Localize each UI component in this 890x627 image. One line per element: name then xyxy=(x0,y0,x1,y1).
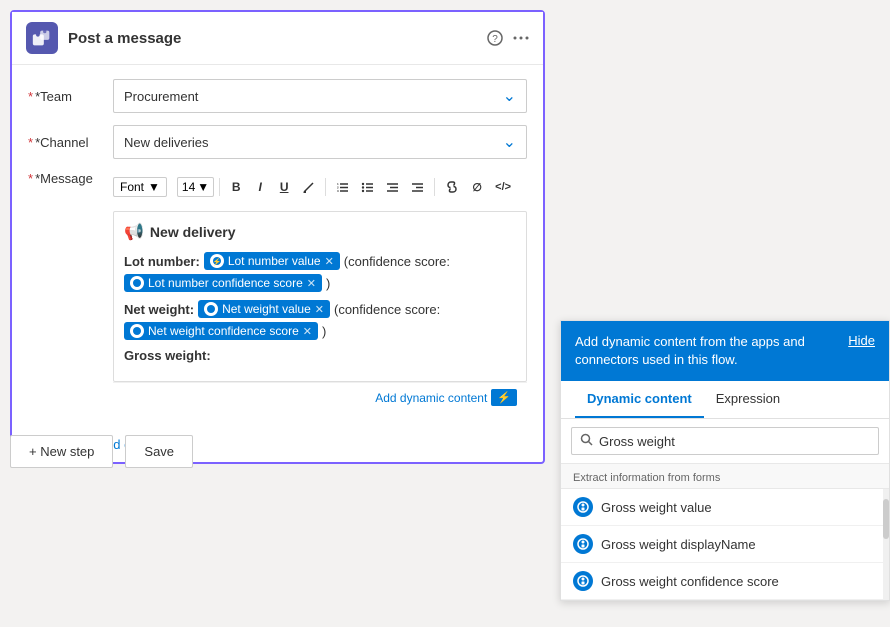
message-heading: 📢 New delivery xyxy=(124,222,516,242)
panel-header-text: Add dynamic content from the apps and co… xyxy=(575,333,838,369)
channel-dropdown-icon: ⌄ xyxy=(503,132,516,152)
message-content: Font ▼ 14 ▼ B I U xyxy=(113,171,527,412)
net-weight-line: Net weight: Net weight value ✕ (confiden… xyxy=(124,300,516,340)
item-icon-gross-weight-displayname xyxy=(573,534,593,554)
lot-token-close[interactable]: ✕ xyxy=(325,255,334,268)
megaphone-icon: 📢 xyxy=(124,222,144,242)
lot-conf-token-close[interactable]: ✕ xyxy=(307,277,316,290)
teams-logo xyxy=(26,22,58,54)
toolbar-separator-1 xyxy=(219,178,220,196)
clear-format-button[interactable]: ∅ xyxy=(466,175,488,199)
action-buttons: + New step Save xyxy=(10,435,193,468)
help-icon[interactable]: ? xyxy=(487,30,503,46)
search-box xyxy=(571,427,879,455)
net-confidence-token[interactable]: Net weight confidence score ✕ xyxy=(124,322,318,340)
svg-text:3: 3 xyxy=(337,189,339,193)
channel-select[interactable]: New deliveries ⌄ xyxy=(113,125,527,159)
gross-weight-value-label: Gross weight value xyxy=(601,500,712,515)
net-weight-token[interactable]: Net weight value ✕ xyxy=(198,300,330,318)
tab-expression[interactable]: Expression xyxy=(704,381,792,418)
net-paren-close: ) xyxy=(322,324,326,339)
lightning-icon: ⚡ xyxy=(491,389,517,406)
font-dropdown-arrow: ▼ xyxy=(148,180,160,194)
add-dynamic-button[interactable]: Add dynamic content ⚡ xyxy=(375,389,517,406)
search-input[interactable] xyxy=(599,434,870,449)
toolbar-separator-2 xyxy=(325,178,326,196)
post-message-card: Post a message ? *Team Procure xyxy=(10,10,545,464)
net-token-close[interactable]: ✕ xyxy=(315,303,324,316)
save-button[interactable]: Save xyxy=(125,435,193,468)
panel-item-gross-weight-value[interactable]: Gross weight value xyxy=(561,489,889,526)
gross-field-label: Gross weight: xyxy=(124,348,211,363)
net-conf-token-icon xyxy=(130,324,144,338)
panel-tabs: Dynamic content Expression xyxy=(561,381,889,419)
net-field-label: Net weight: xyxy=(124,302,194,317)
more-icon[interactable] xyxy=(513,30,529,46)
indent-button[interactable] xyxy=(406,175,429,199)
item-icon-gross-weight-confidence xyxy=(573,571,593,591)
font-label: Font xyxy=(120,180,144,194)
lot-paren-close: ) xyxy=(326,276,330,291)
gross-weight-confidence-label: Gross weight confidence score xyxy=(601,574,779,589)
panel-items-container: Gross weight value Gross weight displayN… xyxy=(561,489,889,600)
lot-confidence-token[interactable]: Lot number confidence score ✕ xyxy=(124,274,322,292)
team-row: *Team Procurement ⌄ xyxy=(28,79,527,113)
toolbar: Font ▼ 14 ▼ B I U xyxy=(113,171,527,203)
font-size-selector[interactable]: 14 ▼ xyxy=(177,177,214,197)
size-dropdown-arrow: ▼ xyxy=(197,180,209,194)
scrollbar-track xyxy=(883,489,889,600)
hide-panel-button[interactable]: Hide xyxy=(848,333,875,348)
svg-text:⚡: ⚡ xyxy=(212,257,221,266)
header-icons: ? xyxy=(487,30,529,46)
form-body: *Team Procurement ⌄ *Channel New deliver… xyxy=(12,65,543,426)
bold-button[interactable]: B xyxy=(225,175,247,199)
section-label: Extract information from forms xyxy=(561,464,889,489)
unordered-list-button[interactable] xyxy=(356,175,379,199)
team-label: *Team xyxy=(28,89,113,104)
team-dropdown-icon: ⌄ xyxy=(503,86,516,106)
italic-button[interactable]: I xyxy=(249,175,271,199)
ordered-list-button[interactable]: 123 xyxy=(331,175,354,199)
lot-token-icon: ⚡ xyxy=(210,254,224,268)
outdent-button[interactable] xyxy=(381,175,404,199)
highlight-button[interactable] xyxy=(297,175,320,199)
toolbar-separator-3 xyxy=(434,178,435,196)
panel-item-gross-weight-displayname[interactable]: Gross weight displayName xyxy=(561,526,889,563)
item-icon-gross-weight-value xyxy=(573,497,593,517)
new-step-button[interactable]: + New step xyxy=(10,435,113,468)
panel-search-area xyxy=(561,419,889,464)
channel-row: *Channel New deliveries ⌄ xyxy=(28,125,527,159)
font-size-value: 14 xyxy=(182,180,195,194)
lot-conf-token-icon xyxy=(130,276,144,290)
scrollbar-thumb[interactable] xyxy=(883,499,889,539)
net-token-icon xyxy=(204,302,218,316)
message-label: *Message xyxy=(28,171,93,186)
search-icon xyxy=(580,433,593,449)
channel-label: *Channel xyxy=(28,135,113,150)
underline-button[interactable]: U xyxy=(273,175,295,199)
panel-items-scroll: Gross weight value Gross weight displayN… xyxy=(561,489,889,600)
message-row: *Message Font ▼ 14 ▼ B I xyxy=(28,171,527,412)
panel-item-gross-weight-confidence[interactable]: Gross weight confidence score xyxy=(561,563,889,600)
font-selector[interactable]: Font ▼ xyxy=(113,177,167,197)
lot-number-token[interactable]: ⚡ Lot number value ✕ xyxy=(204,252,340,270)
net-confidence-prefix: (confidence score: xyxy=(334,302,440,317)
dynamic-content-panel: Add dynamic content from the apps and co… xyxy=(560,320,890,601)
gross-weight-displayname-label: Gross weight displayName xyxy=(601,537,756,552)
dynamic-bar: Add dynamic content ⚡ xyxy=(113,382,527,412)
message-editor[interactable]: 📢 New delivery Lot number: ⚡ Lot number … xyxy=(113,211,527,382)
lot-number-line: Lot number: ⚡ Lot number value ✕ (confid… xyxy=(124,252,516,292)
tab-dynamic-content[interactable]: Dynamic content xyxy=(575,381,704,418)
link-button[interactable] xyxy=(440,175,464,199)
code-button[interactable]: </> xyxy=(490,175,516,199)
gross-weight-line: Gross weight: xyxy=(124,348,516,363)
card-header: Post a message ? xyxy=(12,12,543,65)
team-select[interactable]: Procurement ⌄ xyxy=(113,79,527,113)
lot-confidence-prefix: (confidence score: xyxy=(344,254,450,269)
lot-field-label: Lot number: xyxy=(124,254,200,269)
svg-text:?: ? xyxy=(492,34,498,45)
card-title: Post a message xyxy=(68,30,487,47)
panel-header: Add dynamic content from the apps and co… xyxy=(561,321,889,381)
net-conf-token-close[interactable]: ✕ xyxy=(303,325,312,338)
